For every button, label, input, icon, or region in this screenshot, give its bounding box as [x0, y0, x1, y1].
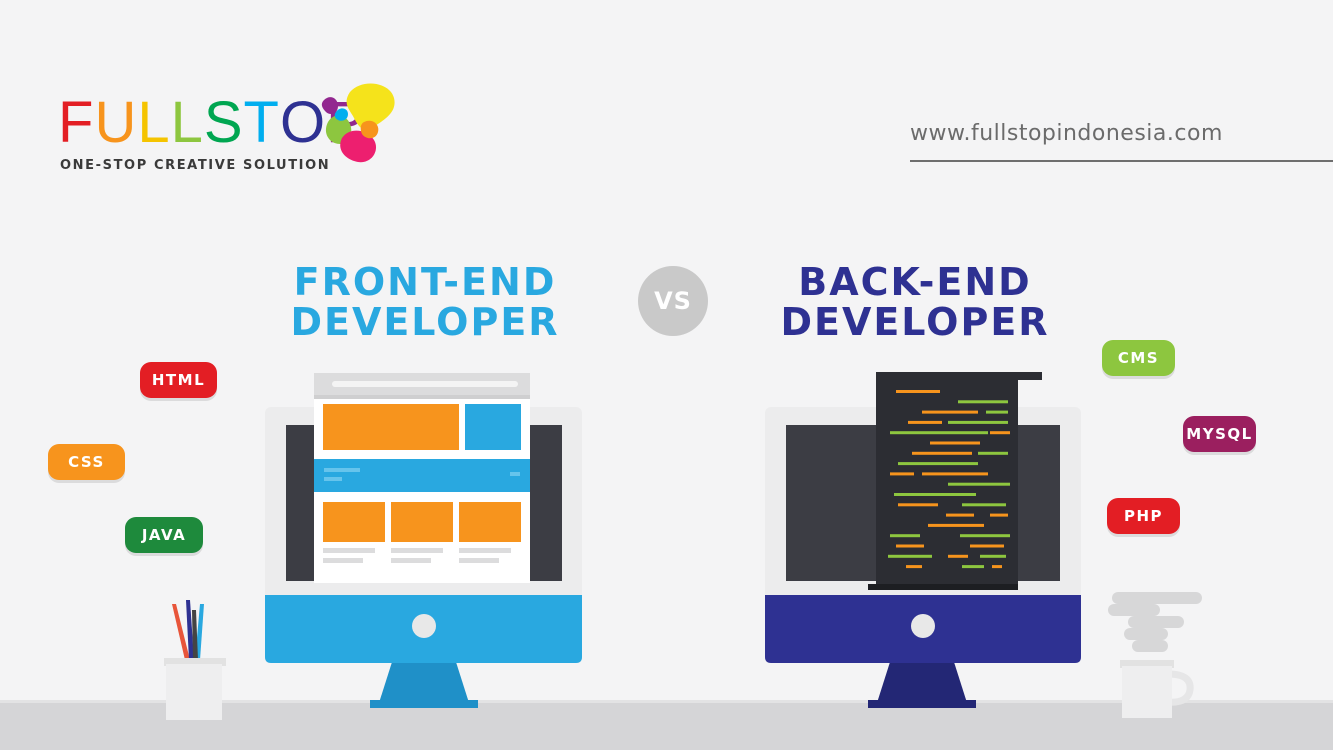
coffee-cup-icon	[1108, 592, 1202, 718]
